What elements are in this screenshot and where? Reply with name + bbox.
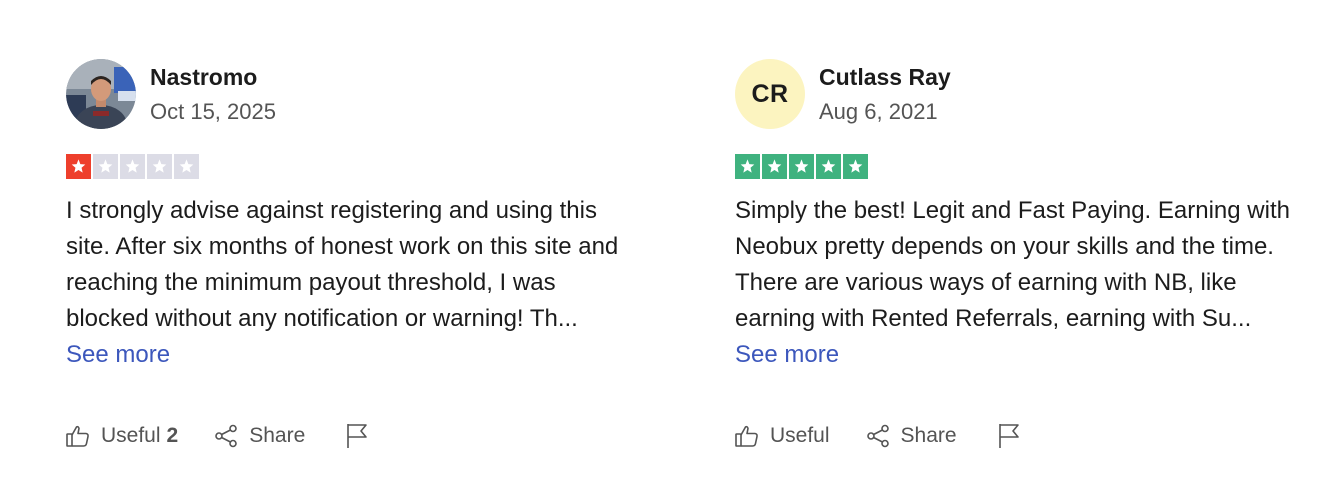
star-empty-icon — [147, 154, 172, 179]
share-button[interactable]: Share — [214, 424, 305, 448]
reviewer-name[interactable]: Nastromo — [150, 62, 276, 92]
review-date: Oct 15, 2025 — [150, 99, 276, 124]
star-filled-icon — [735, 154, 760, 179]
share-button[interactable]: Share — [866, 424, 957, 448]
flag-icon — [345, 423, 369, 449]
avatar-photo — [66, 59, 136, 129]
review-card: CR Cutlass Ray Aug 6, 2021 Simply the be… — [735, 0, 1295, 498]
useful-count: 2 — [166, 424, 179, 447]
share-label: Share — [249, 424, 306, 447]
review-text-content: I strongly advise against registering an… — [66, 197, 619, 332]
review-card: Nastromo Oct 15, 2025 I strongly advise … — [66, 0, 626, 498]
review-text: Simply the best! Legit and Fast Paying. … — [735, 193, 1295, 373]
share-icon — [214, 424, 238, 448]
useful-button[interactable]: Useful 2 — [66, 424, 178, 448]
reviewer-info: Nastromo Oct 15, 2025 — [150, 62, 276, 126]
thumbs-up-icon — [66, 425, 90, 447]
star-rating — [735, 154, 868, 179]
reviewer-name[interactable]: Cutlass Ray — [819, 62, 951, 92]
useful-label: Useful — [770, 424, 830, 447]
star-filled-icon — [816, 154, 841, 179]
share-icon — [866, 424, 890, 448]
thumbs-up-icon — [735, 425, 759, 447]
review-header: CR Cutlass Ray Aug 6, 2021 — [735, 58, 951, 130]
star-empty-icon — [120, 154, 145, 179]
avatar[interactable]: CR — [735, 59, 805, 129]
reviewer-info: Cutlass Ray Aug 6, 2021 — [819, 62, 951, 126]
star-filled-icon — [843, 154, 868, 179]
star-filled-icon — [66, 154, 91, 179]
review-text: I strongly advise against registering an… — [66, 193, 626, 373]
star-filled-icon — [789, 154, 814, 179]
avatar[interactable] — [66, 59, 136, 129]
review-actions: Useful Share — [735, 420, 1021, 452]
review-actions: Useful 2 Share — [66, 420, 369, 452]
review-text-content: Simply the best! Legit and Fast Paying. … — [735, 197, 1290, 332]
report-button[interactable] — [345, 423, 369, 449]
star-empty-icon — [93, 154, 118, 179]
see-more-link[interactable]: See more — [66, 341, 170, 368]
flag-icon — [997, 423, 1021, 449]
star-filled-icon — [762, 154, 787, 179]
reviews-page: Nastromo Oct 15, 2025 I strongly advise … — [0, 0, 1342, 498]
share-label: Share — [900, 424, 957, 447]
review-date: Aug 6, 2021 — [819, 99, 938, 124]
star-empty-icon — [174, 154, 199, 179]
report-button[interactable] — [997, 423, 1021, 449]
star-rating — [66, 154, 199, 179]
review-header: Nastromo Oct 15, 2025 — [66, 58, 276, 130]
useful-button[interactable]: Useful — [735, 424, 830, 448]
useful-label: Useful — [101, 424, 161, 447]
see-more-link[interactable]: See more — [735, 341, 839, 368]
